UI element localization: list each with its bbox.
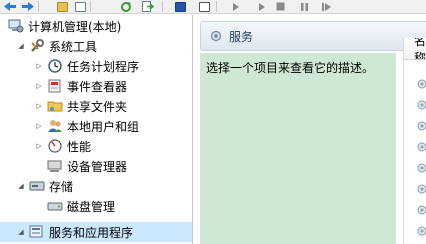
users-icon [47,118,63,134]
shared-folder-icon [47,98,63,114]
collapsed-arrow-icon[interactable]: ▷ [34,101,44,111]
refresh-button[interactable] [118,0,134,13]
task-scheduler-icon [47,58,63,74]
up-level-button[interactable] [54,0,70,13]
show-hide-tree-button[interactable] [72,0,88,13]
service-gear-icon[interactable] [416,183,426,195]
toolbar [0,0,426,14]
export-icon [142,1,154,12]
forward-button[interactable] [20,0,36,13]
services-gear-icon [210,30,222,42]
storage-icon [29,178,45,194]
disk-management-icon [47,198,63,214]
tree-item-label: 共享文件夹 [67,99,128,114]
stop-service-button[interactable] [272,0,288,13]
tree-item-label: 性能 [67,139,92,154]
tree-item-label: 本地用户和组 [67,119,140,134]
toolbar-separator [216,1,217,12]
play-icon [233,2,239,11]
tree-item-device-manager[interactable]: 设备管理器 [47,156,127,176]
tree-item-disk-management[interactable]: 磁盘管理 [47,196,115,216]
back-button[interactable] [2,0,18,13]
tree-item-performance[interactable]: ▷ 性能 [34,136,91,156]
tree-item-task-scheduler[interactable]: ▷ 任务计划程序 [34,56,139,76]
tree-item-label: 任务计划程序 [67,59,140,74]
tree-item-shared-folders[interactable]: ▷ 共享文件夹 [34,96,127,116]
service-gear-icon[interactable] [416,162,426,174]
panel-header: 服务 [200,21,426,51]
services-panel: 服务 选择一个项目来查看它的描述。 [194,15,426,244]
toolbar-separator [162,1,163,12]
resume-service-button[interactable] [318,0,334,13]
console-tree-icon [74,1,86,12]
service-gear-icon[interactable] [416,99,426,111]
tree-item-services-applications[interactable]: ◢ 服务和应用程序 [0,222,192,242]
restart-service-button[interactable] [254,0,270,13]
tree-item-local-users-groups[interactable]: ▷ 本地用户和组 [34,116,139,136]
toolbar-separator [90,1,91,12]
resume-icon [321,2,331,11]
event-viewer-icon [47,78,63,94]
tree-item-label: 设备管理器 [67,159,128,174]
tree-item-system-tools[interactable]: ◢ 系统工具 [16,36,97,56]
service-gear-icon[interactable] [416,141,426,153]
pause-service-button[interactable] [296,0,312,13]
description-text: 选择一个项目来查看它的描述。 [206,61,375,75]
tree-item-label: 存储 [49,179,74,194]
properties-button[interactable] [196,0,212,13]
collapsed-arrow-icon[interactable]: ▷ [34,121,44,131]
column-header-name[interactable]: 名称 [404,38,426,60]
service-gear-icon[interactable] [416,120,426,132]
properties-icon [198,1,210,12]
service-gear-icon[interactable] [416,225,426,237]
tree-item-label: 服务和应用程序 [49,225,134,240]
expanded-arrow-icon[interactable]: ◢ [16,41,26,51]
tree-item-label: 事件查看器 [67,79,128,94]
help-button[interactable] [172,0,188,13]
start-service-button[interactable] [228,0,244,13]
panel-title: 服务 [229,29,254,44]
tools-icon [29,38,45,54]
tree-item-event-viewer[interactable]: ▷ 事件查看器 [34,76,127,96]
play-icon [259,2,265,11]
performance-icon [47,138,63,154]
forward-arrow-icon [22,2,34,11]
pause-icon [300,2,308,11]
column-header-label: 名称 [414,38,426,60]
computer-management-icon [8,18,24,34]
services-apps-icon [29,224,45,240]
help-icon [174,1,186,12]
tree-item-label: 磁盘管理 [67,199,116,214]
description-area: 选择一个项目来查看它的描述。 [200,53,396,244]
collapsed-arrow-icon[interactable]: ▷ [34,141,44,151]
console-tree: 计算机管理(本地) ◢ 系统工具 ▷ 任务计划程序 ▷ 事件查看器 ▷ 共享文件… [0,15,193,244]
folder-up-icon [56,1,68,12]
toolbar-separator [38,1,39,12]
tree-item-computer-management[interactable]: 计算机管理(本地) [8,16,121,36]
tree-item-label: 系统工具 [49,39,98,54]
expanded-arrow-icon[interactable]: ◢ [16,181,26,191]
expanded-arrow-icon[interactable]: ◢ [16,227,26,237]
collapsed-arrow-icon[interactable]: ▷ [34,61,44,71]
device-manager-icon [47,158,63,174]
service-gear-icon[interactable] [416,204,426,216]
tree-item-label: 计算机管理(本地) [28,19,122,34]
stop-icon [276,2,284,11]
back-arrow-icon [4,2,16,11]
refresh-icon [121,1,131,12]
service-gear-icon[interactable] [416,78,426,90]
services-list: 名称 [403,38,426,244]
export-list-button[interactable] [140,0,156,13]
collapsed-arrow-icon[interactable]: ▷ [34,81,44,91]
tree-item-storage[interactable]: ◢ 存储 [16,176,73,196]
